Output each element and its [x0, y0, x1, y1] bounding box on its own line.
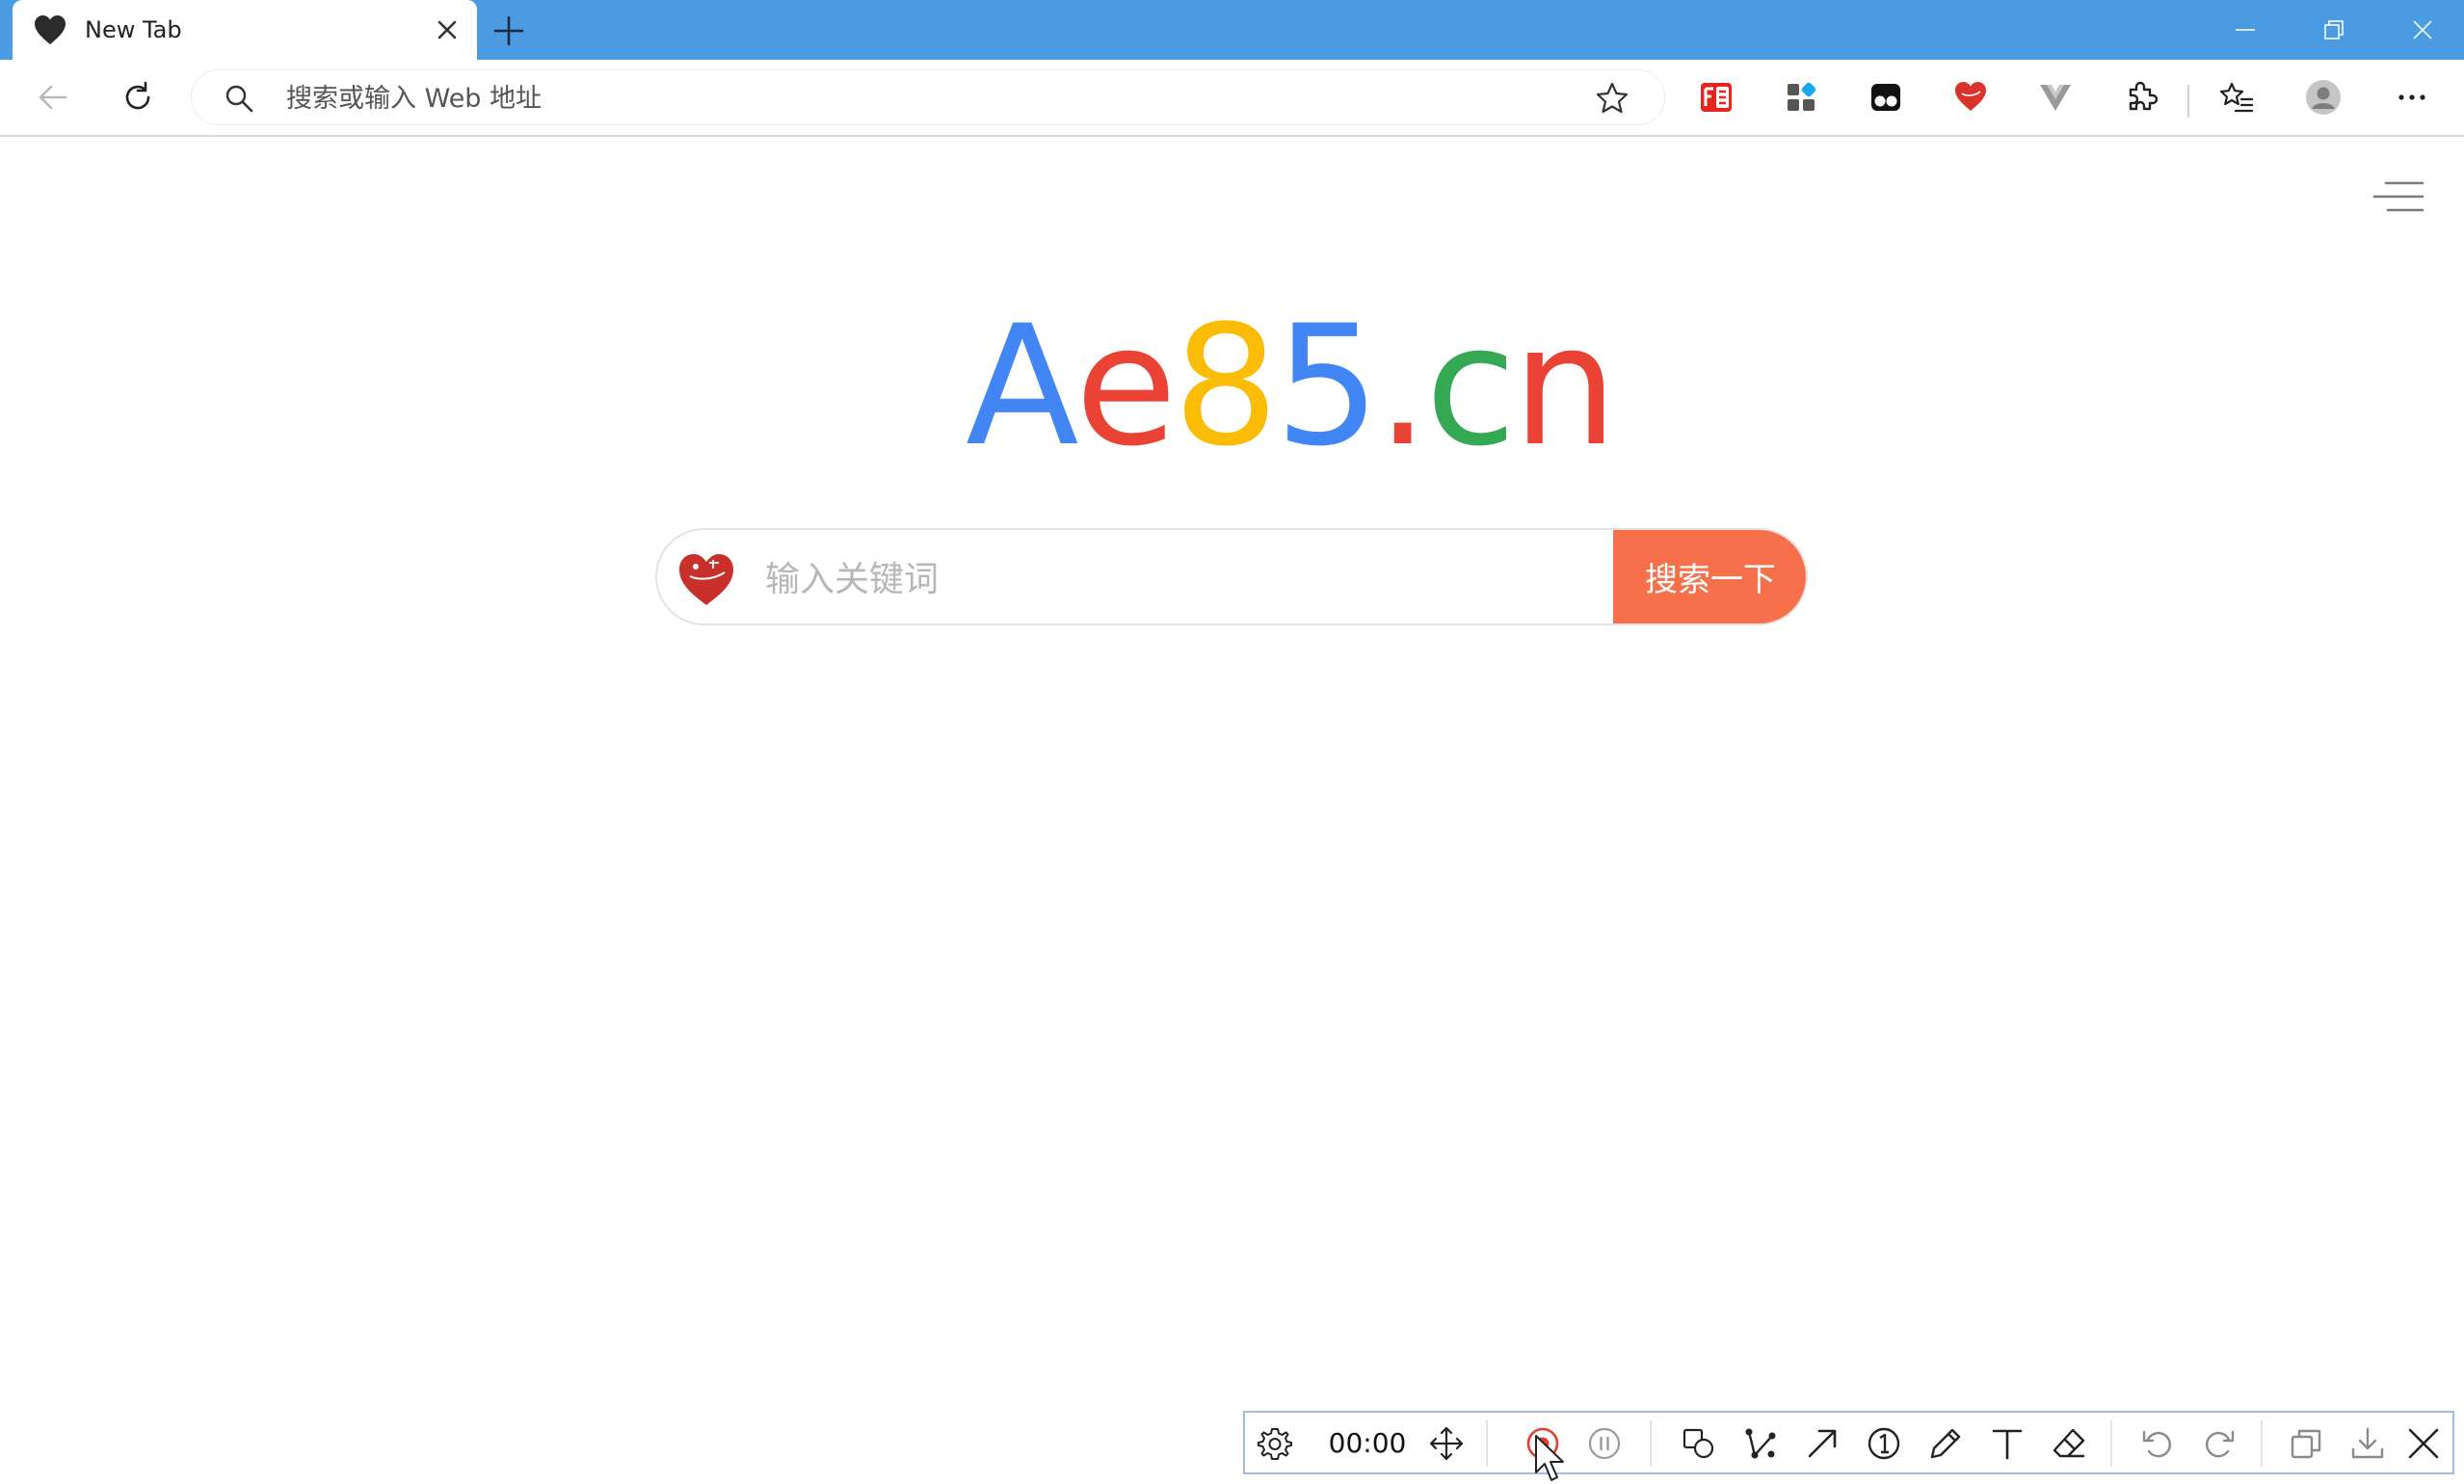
redo-icon [2205, 1430, 2235, 1458]
extension-fe-helper[interactable] [1694, 75, 1738, 119]
numbered-circle-icon [1868, 1427, 1900, 1460]
pause-icon [1588, 1427, 1621, 1460]
toolbar-separator [2187, 85, 2189, 118]
logo-digit-8: 8 [1173, 289, 1279, 483]
redo-button[interactable] [2197, 1421, 2241, 1466]
undo-icon [2142, 1430, 2172, 1458]
logo-letter-c: c [1425, 289, 1517, 483]
extension-heart[interactable] [1948, 75, 1993, 119]
favorites-button[interactable] [2214, 75, 2259, 119]
search-icon [225, 85, 253, 113]
shape-tool-button[interactable] [1677, 1421, 1721, 1466]
move-toolbar-button[interactable] [1424, 1421, 1469, 1466]
download-icon [2351, 1427, 2384, 1459]
shapes-icon [1682, 1428, 1714, 1459]
extension-tiles[interactable] [1779, 75, 1823, 119]
restore-icon [2324, 20, 2344, 40]
gear-icon [1258, 1428, 1292, 1460]
logo-letter-n: n [1512, 289, 1618, 483]
logo-letter-e: e [1074, 289, 1178, 483]
refresh-icon [125, 81, 150, 110]
text-icon [1992, 1429, 2023, 1460]
recorder-settings-button[interactable] [1253, 1421, 1297, 1466]
copy-icon [2291, 1429, 2321, 1459]
more-menu-button[interactable] [2390, 75, 2434, 119]
recorder-separator [1486, 1420, 1488, 1467]
polyline-icon [1745, 1428, 1776, 1459]
undo-button[interactable] [2135, 1421, 2180, 1466]
close-recorder-button[interactable] [2401, 1421, 2446, 1466]
pencil-icon [1930, 1428, 1961, 1459]
recording-timer: 00:00 [1328, 1427, 1407, 1459]
download-button[interactable] [2345, 1421, 2390, 1466]
back-arrow-icon [39, 85, 67, 110]
favorites-list-icon [2219, 82, 2254, 113]
screen-recorder-toolbar: 00:00 [1243, 1411, 2454, 1474]
logo-dot: . [1376, 289, 1429, 483]
recorder-separator [2110, 1420, 2112, 1467]
puzzle-icon [2129, 81, 2158, 111]
vue-icon [2040, 85, 2071, 111]
move-arrows-icon [1429, 1426, 1464, 1461]
heart-logo-icon [679, 554, 733, 605]
more-dots-icon [2398, 94, 2425, 100]
site-logo: Ae85.cn [966, 289, 1618, 483]
extension-vue-devtools[interactable] [2033, 75, 2078, 119]
record-icon [1526, 1427, 1559, 1460]
title-bar: New Tab [0, 0, 2464, 60]
polyline-tool-button[interactable] [1738, 1421, 1783, 1466]
refresh-button[interactable] [116, 75, 160, 119]
tampermonkey-icon [1871, 84, 1900, 111]
minimize-icon [2236, 29, 2255, 31]
arrow-icon [1808, 1429, 1837, 1458]
avatar-icon [2306, 80, 2341, 115]
tab-new-tab[interactable]: New Tab [13, 0, 477, 60]
minimize-button[interactable] [2201, 0, 2290, 60]
new-tab-plus-icon[interactable] [491, 13, 526, 48]
pen-tool-button[interactable] [1923, 1421, 1968, 1466]
copy-button[interactable] [2284, 1421, 2328, 1466]
arrow-tool-button[interactable] [1800, 1421, 1844, 1466]
tiles-icon [1788, 82, 1816, 111]
search-box: 搜索一下 [655, 528, 1808, 625]
extensions-button[interactable] [2118, 75, 2162, 119]
recorder-separator [1650, 1420, 1652, 1467]
address-bar[interactable] [191, 69, 1665, 125]
page-menu-icon[interactable] [2372, 179, 2424, 214]
search-button[interactable]: 搜索一下 [1613, 530, 1806, 623]
red-heart-icon [1955, 82, 1986, 111]
logo-digit-5: 5 [1274, 289, 1380, 483]
close-icon [2408, 1428, 2439, 1459]
record-button[interactable] [1521, 1421, 1565, 1466]
fe-helper-icon [1701, 83, 1732, 112]
heart-favicon-icon [35, 15, 66, 44]
pause-button[interactable] [1582, 1421, 1627, 1466]
eraser-icon [2053, 1428, 2085, 1458]
text-tool-button[interactable] [1985, 1421, 2029, 1466]
extension-tampermonkey[interactable] [1864, 75, 1908, 119]
eraser-tool-button[interactable] [2047, 1421, 2091, 1466]
close-window-icon [2413, 20, 2432, 40]
recorder-separator [2261, 1420, 2263, 1467]
profile-button[interactable] [2301, 75, 2345, 119]
address-input[interactable] [284, 78, 1502, 119]
step-number-tool-button[interactable] [1862, 1421, 1906, 1466]
browser-toolbar [0, 60, 2464, 137]
keyword-input[interactable] [763, 551, 1596, 607]
logo-letter-a: A [966, 289, 1079, 483]
close-window-button[interactable] [2378, 0, 2464, 60]
restore-button[interactable] [2290, 0, 2378, 60]
favorite-star-icon[interactable] [1595, 81, 1629, 116]
tab-title: New Tab [85, 16, 182, 43]
close-tab-icon[interactable] [435, 17, 460, 42]
back-button[interactable] [31, 75, 75, 119]
